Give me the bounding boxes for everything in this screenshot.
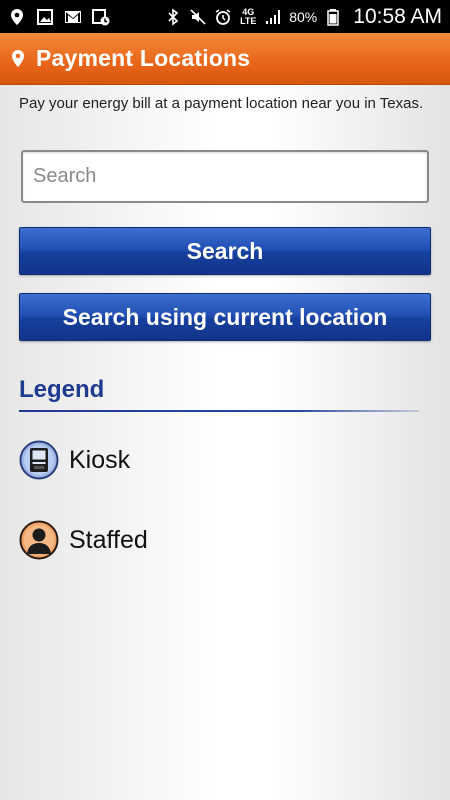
battery-percent: 80% [289, 8, 318, 25]
search-button[interactable]: Search [19, 227, 431, 275]
app-bar: Payment Locations [0, 33, 450, 85]
4g-lte-icon: 4G LTE [240, 6, 257, 26]
legend-label-staffed: Staffed [69, 525, 148, 554]
search-input[interactable] [21, 150, 429, 203]
kiosk-icon [19, 440, 59, 480]
search-current-location-button[interactable]: Search using current location [19, 293, 431, 341]
page-title: Payment Locations [36, 45, 251, 71]
location-pin-icon[interactable] [6, 47, 30, 71]
staffed-person-icon [19, 520, 59, 560]
legend-label-kiosk: Kiosk [69, 445, 131, 474]
gmail-icon [64, 8, 82, 26]
bluetooth-icon [164, 7, 182, 26]
legend-item-kiosk: Kiosk [19, 440, 130, 480]
calendar-clock-icon [92, 8, 110, 26]
clock: 10:58 AM [353, 4, 442, 28]
mute-icon [189, 8, 207, 26]
legend-item-staffed: Staffed [19, 520, 148, 560]
status-bar: 4G LTE 80% 10:58 AM [0, 0, 450, 33]
legend-divider [19, 410, 419, 412]
alarm-icon [214, 8, 232, 26]
signal-icon [264, 8, 282, 26]
intro-text: Pay your energy bill at a payment locati… [19, 95, 424, 112]
image-icon [36, 8, 54, 26]
legend-title: Legend [19, 376, 105, 403]
battery-icon [324, 8, 342, 26]
location-icon [8, 8, 26, 26]
